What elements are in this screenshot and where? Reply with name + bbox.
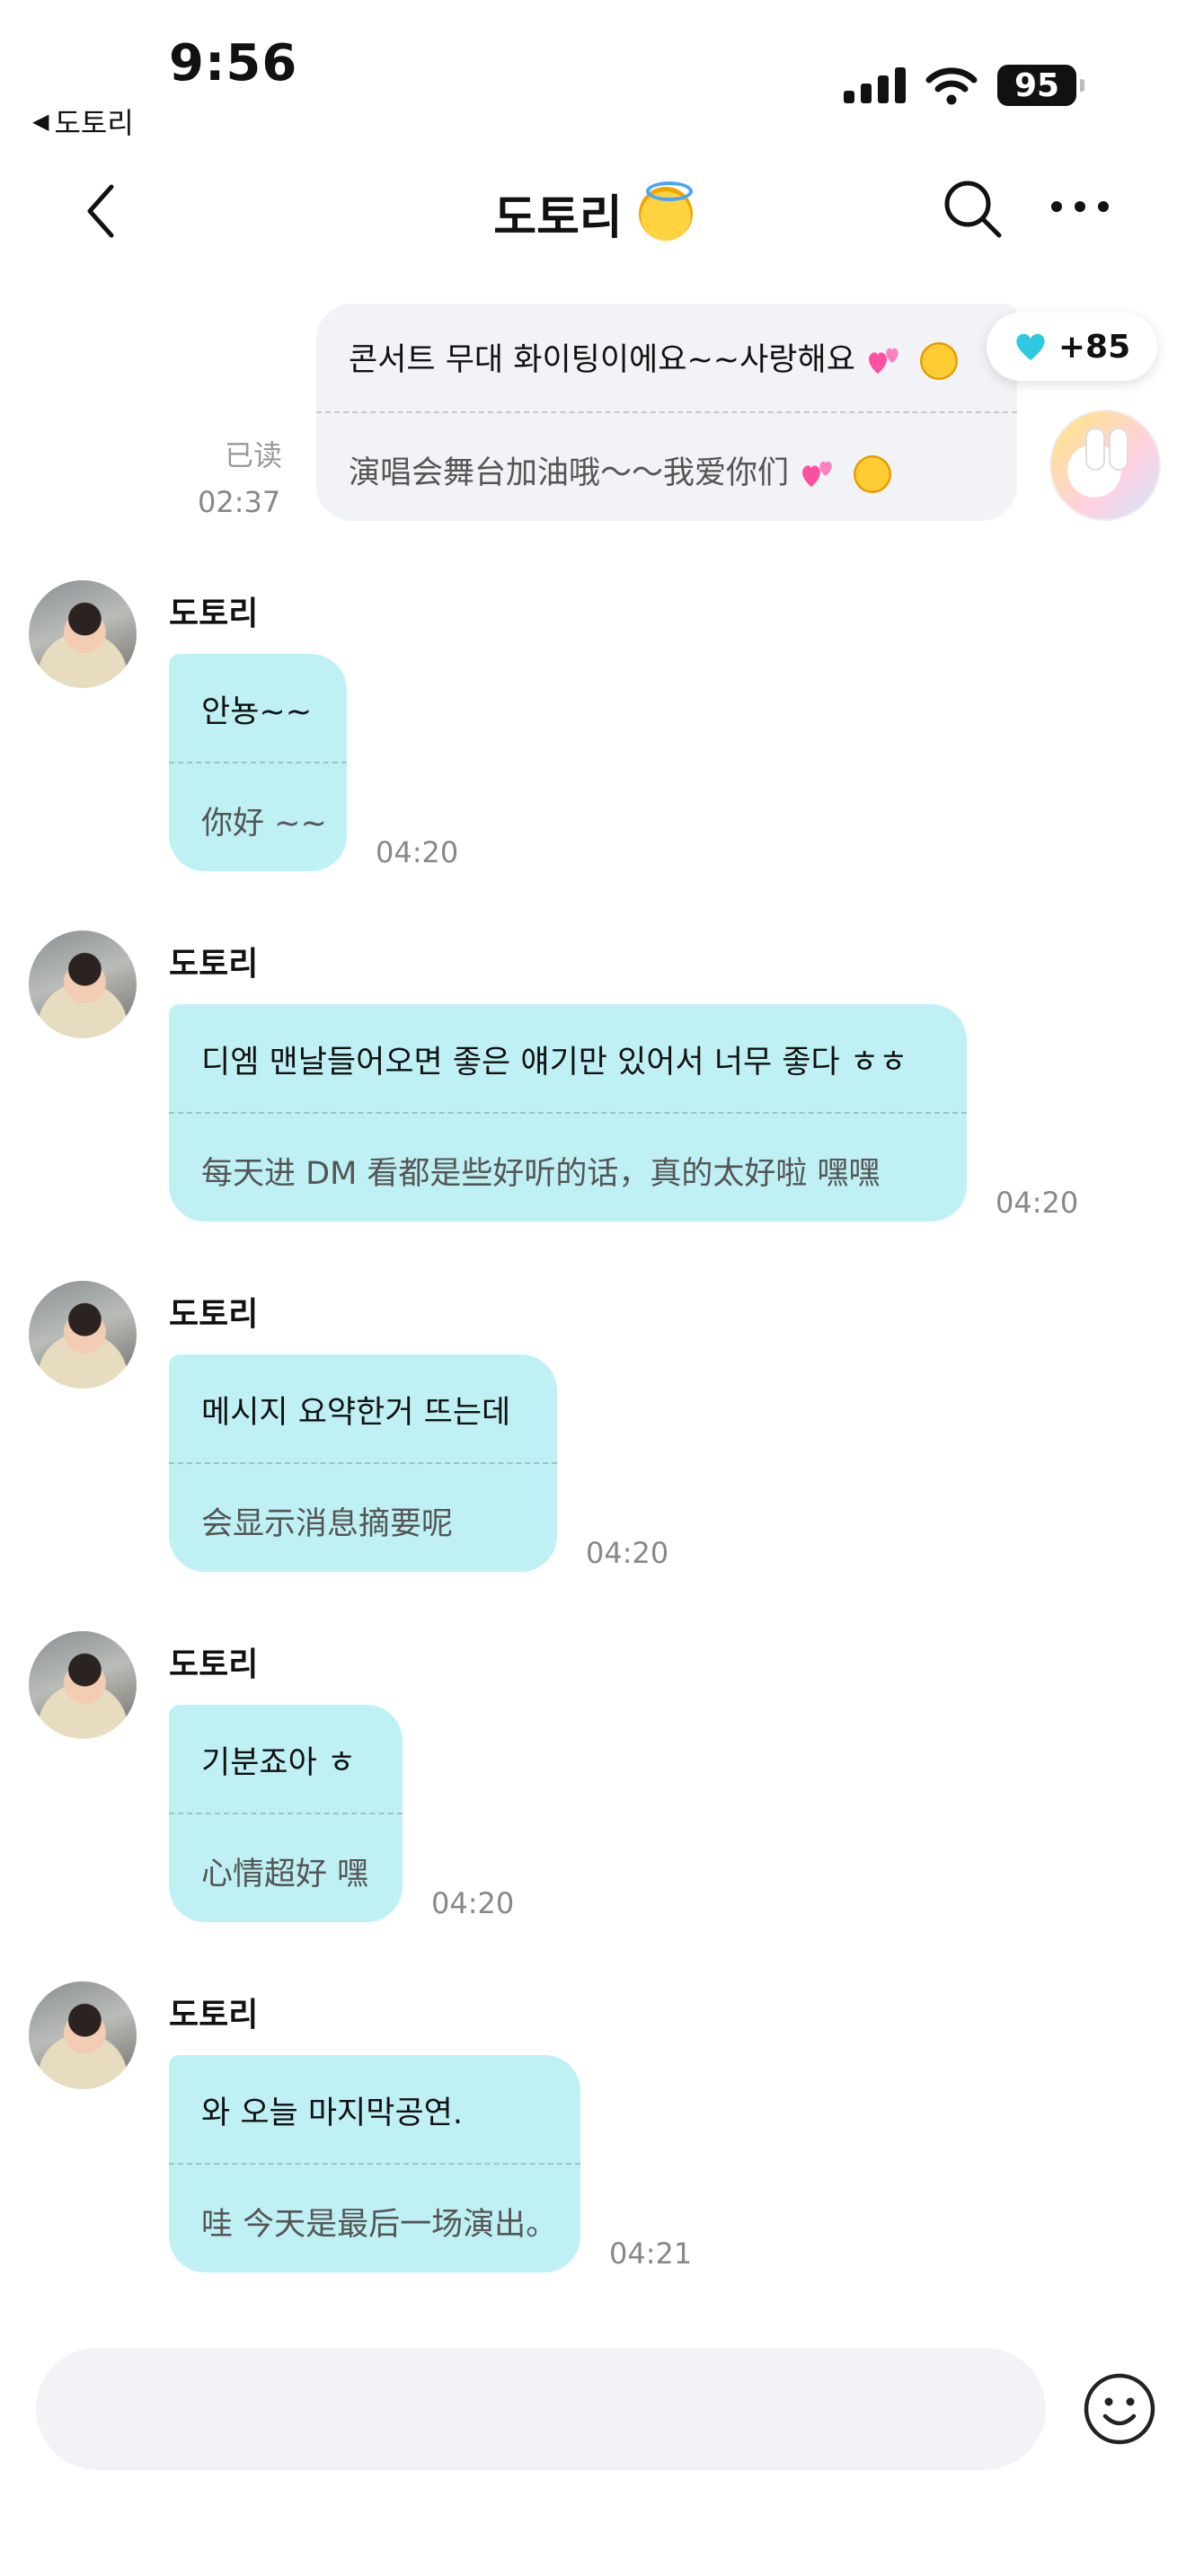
wifi-icon (925, 67, 978, 105)
message-chinese-text: 演唱会舞台加油哦～～我爱你们 (349, 447, 892, 493)
message-korean-text: 콘서트 무대 화이팅이에요~~사랑해요 (349, 334, 959, 380)
kiss-emoji-icon (854, 455, 892, 493)
message-chinese-text: 哇 今天是最后一场演出。 (201, 2207, 558, 2243)
angel-emoji-icon (638, 181, 693, 241)
sender-name: 도토리 (169, 595, 259, 632)
message-time: 02:37 (198, 485, 281, 519)
avatar[interactable] (29, 580, 137, 688)
message-chinese-text: 心情超好 嘿 (201, 1857, 369, 1892)
battery-indicator: 95 (997, 65, 1084, 106)
received-message-bubble[interactable]: 와 오늘 마지막공연. 哇 今天是最后一场演出。 (169, 2055, 580, 2272)
sender-name: 도토리 (169, 946, 259, 983)
chat-title-text: 도토리 (493, 191, 623, 245)
message-korean-text: 안뇽~~ (201, 694, 313, 730)
received-message-bubble[interactable]: 안뇽~~ 你好 ~~ (169, 654, 347, 871)
back-app-label: 도토리 (54, 106, 134, 140)
message-time: 04:20 (586, 1536, 669, 1570)
message-time: 04:20 (376, 835, 459, 869)
status-indicators: 95 (844, 65, 1084, 106)
avatar[interactable] (29, 1981, 137, 2089)
message-korean-text: 기분죠아 ㅎ (201, 1745, 357, 1781)
smiley-icon[interactable] (1082, 2371, 1157, 2447)
message-korean-text: 메시지 요약한거 뜨는데 (201, 1395, 511, 1431)
message-chinese-text: 每天进 DM 看都是些好听的话，真的太好啦 嘿嘿 (201, 1156, 881, 1192)
two-hearts-icon (869, 348, 898, 374)
read-status: 已读 (225, 438, 283, 472)
message-time: 04:20 (431, 1886, 515, 1920)
received-message-bubble[interactable]: 디엠 맨날들어오면 좋은 얘기만 있어서 너무 좋다 ㅎㅎ 每天进 DM 看都是… (169, 1004, 967, 1222)
avatar[interactable] (29, 1631, 137, 1739)
message-korean-text: 와 오늘 마지막공연. (201, 2095, 463, 2131)
kiss-emoji-icon (920, 342, 959, 380)
message-korean-text: 디엠 맨날들어오면 좋은 얘기만 있어서 너무 좋다 ㅎㅎ (201, 1045, 908, 1081)
message-chinese-text: 你好 ~~ (201, 806, 327, 842)
message-time: 04:21 (609, 2236, 693, 2271)
like-count: +85 (1058, 328, 1131, 366)
back-to-app-link[interactable]: ◀ 도토리 (32, 101, 134, 142)
my-avatar[interactable] (1049, 410, 1161, 521)
message-time: 04:20 (996, 1186, 1079, 1220)
more-icon[interactable] (1051, 201, 1109, 212)
message-chinese-text: 会显示消息摘要呢 (201, 1506, 454, 1542)
status-time: 9:56 (169, 34, 298, 93)
search-icon[interactable] (940, 176, 1005, 241)
avatar[interactable] (29, 931, 137, 1038)
sender-name: 도토리 (169, 1296, 259, 1333)
chat-title: 도토리 (0, 180, 1186, 247)
two-hearts-icon (802, 461, 832, 487)
received-message-bubble[interactable]: 메시지 요약한거 뜨는데 会显示消息摘要呢 (169, 1354, 557, 1572)
message-input[interactable] (36, 2348, 1046, 2470)
avatar[interactable] (29, 1281, 137, 1389)
like-count-badge[interactable]: +85 (987, 313, 1157, 381)
heart-icon (1016, 333, 1045, 360)
sent-message-bubble[interactable]: 콘서트 무대 화이팅이에요~~사랑해요 演唱会舞台加油哦～～我爱你们 (316, 304, 1017, 521)
back-triangle-icon: ◀ (32, 109, 49, 134)
sender-name: 도토리 (169, 1997, 259, 2033)
cellular-signal-icon (844, 67, 906, 103)
received-message-bubble[interactable]: 기분죠아 ㅎ 心情超好 嘿 (169, 1705, 403, 1922)
sender-name: 도토리 (169, 1646, 259, 1683)
